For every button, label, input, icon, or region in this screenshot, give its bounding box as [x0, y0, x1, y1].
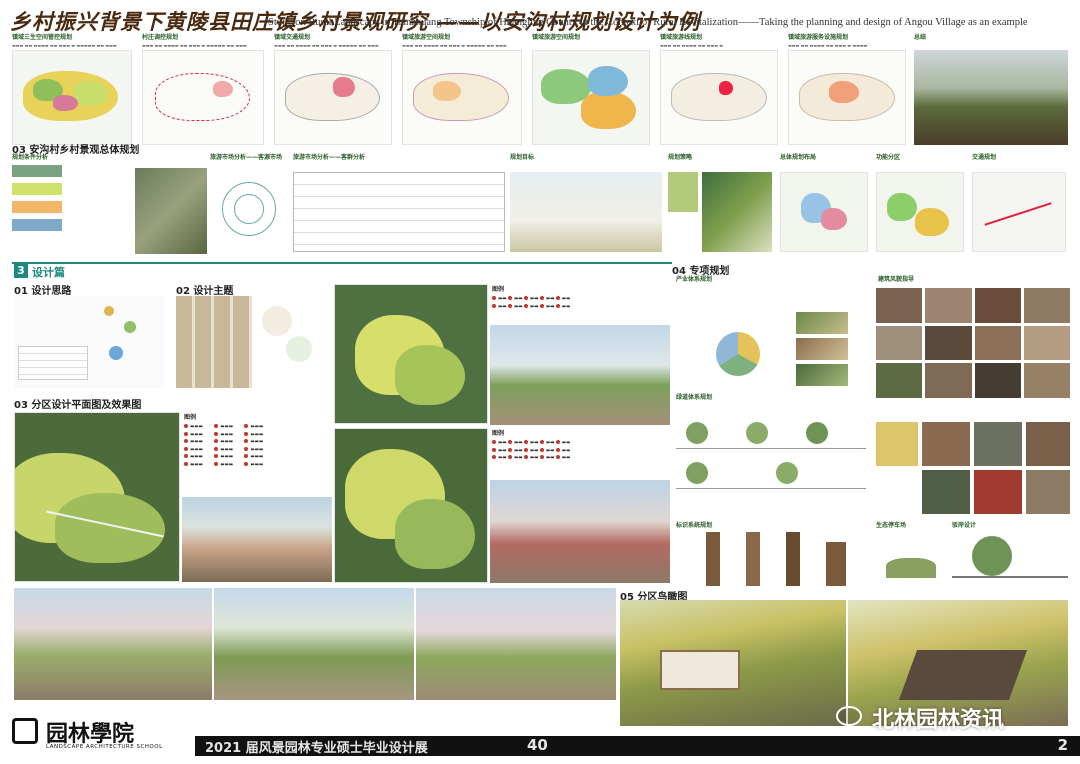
watermark: 北林园林资讯 [836, 700, 1066, 733]
map-tourism-line [660, 50, 778, 145]
parking-section [876, 528, 946, 588]
logo-subtitle: LANDSCAPE ARCHITECTURE SCHOOL [46, 744, 163, 750]
panel-summary: 总结 [914, 32, 1068, 147]
panel-title: 村庄调控规划 [142, 34, 179, 41]
panel-zoning: 镇域旅游空间规划 [532, 32, 650, 147]
aerial-render-1 [620, 600, 846, 726]
theme-paintings [176, 296, 252, 388]
legend-title: 图例 [492, 286, 505, 293]
panel-title: 旅游市场分析——客群分析 [293, 154, 366, 161]
panel-strategy: 规划策略 [668, 152, 776, 256]
map-tourism-space [402, 50, 522, 145]
panel-ecology: 镇域三生空间管控规划 ▬▬▬ ▬▬ ▬▬▬▬ ▬▬ ▬▬▬ ▬ ▬▬▬▬▬ ▬▬… [12, 32, 132, 147]
panel-title: 规划策略 [668, 154, 693, 161]
panel-title: 镇域旅游空间规划 [402, 34, 451, 41]
panel-title: 规划目标 [510, 154, 535, 161]
panel-title: 镇域旅游服务设施规划 [788, 34, 849, 41]
panel-layout: 总体规划布局 [780, 152, 870, 256]
s01-title: 01 设计思路 [14, 286, 72, 297]
legend-1: 图例 ▬▬▬ ▬▬▬ ▬▬▬ ▬▬▬ ▬▬▬ ▬▬▬ ▬▬▬ ▬▬▬ ▬▬▬ ▬… [184, 412, 334, 496]
zone-plan-1 [14, 412, 180, 582]
chapter-title: 设计篇 [32, 266, 65, 279]
greenway-sections [676, 402, 866, 498]
legend-title: 图例 [492, 430, 505, 437]
theme-sketch [256, 296, 330, 388]
map-zoning [532, 50, 650, 145]
panel-title: 总体规划布局 [780, 154, 817, 161]
map-services [788, 50, 906, 145]
watermark-text: 北林园林资讯 [872, 708, 1005, 733]
conditions-title: 规划条件分析 [12, 154, 49, 161]
render-1 [14, 588, 212, 700]
panel-transport: 镇域交通规划 ▬▬▬ ▬▬ ▬▬▬▬ ▬▬ ▬▬▬ ▬ ▬▬▬▬▬ ▬▬ ▬▬▬ [274, 32, 392, 147]
wechat-icon [836, 706, 862, 726]
aerial-photo [135, 168, 207, 254]
design-idea-diagram [14, 296, 164, 388]
panel-tourism-space: 镇域旅游空间规划 ▬▬▬ ▬▬ ▬▬▬▬ ▬▬ ▬▬▬ ▬ ▬▬▬▬▬ ▬▬ ▬… [402, 32, 522, 147]
chapter-number: 3 [14, 264, 28, 278]
panel-services: 镇域旅游服务设施规划 ▬▬▬ ▬▬ ▬▬▬▬ ▬▬ ▬▬▬ ▬ ▬▬▬▬ [788, 32, 906, 147]
village-photo [914, 50, 1068, 145]
legend-title: 图例 [184, 414, 197, 421]
panel-title: 旅游市场分析——客源市场 [210, 154, 283, 161]
panel-title: 功能分区 [876, 154, 901, 161]
panel-title: 交通规划 [972, 154, 997, 161]
street-render [490, 480, 670, 583]
panel-goal: 规划目标 [510, 152, 662, 256]
industry-diagram [676, 282, 866, 392]
building-title: 建筑风貌指导 [878, 276, 915, 283]
signage-designs [676, 528, 866, 588]
exhibition-bar: 2021 届风景园林专业硕士毕业设计展 40 2 [195, 736, 1080, 756]
panel-function: 功能分区 [876, 152, 966, 256]
page-number: 2 [1057, 736, 1068, 754]
greenway-title: 绿道体系规划 [676, 394, 713, 401]
render-2 [214, 588, 414, 700]
panel-tourism-line: 镇域旅游线规划 ▬▬▬ ▬▬ ▬▬▬▬ ▬▬ ▬▬▬ ▬ [660, 32, 778, 147]
legend-2: 图例 ▬▬ ▬▬ ▬▬ ▬▬ ▬▬ ▬▬ ▬▬ ▬▬ ▬▬ ▬▬ [492, 284, 670, 324]
zone-plan-3 [334, 428, 488, 583]
map-village [142, 50, 264, 145]
exhibition-number: 40 [527, 736, 548, 754]
render-3 [416, 588, 616, 700]
panel-village: 村庄调控规划 ▬▬▬ ▬▬ ▬▬▬▬ ▬▬ ▬▬▬ ▬ ▬▬▬▬▬ ▬▬ ▬▬▬ [142, 32, 264, 147]
panel-title: 镇域三生空间管控规划 [12, 34, 73, 41]
map-ecology [12, 50, 132, 145]
panel-title: 镇域旅游线规划 [660, 34, 703, 41]
s03-title: 03 分区设计平面图及效果图 [14, 400, 142, 411]
building-photos-2 [876, 400, 1070, 516]
exhibition-title: 2021 届风景园林专业硕士毕业设计展 [205, 741, 428, 756]
wall-section [952, 528, 1068, 588]
building-photos [876, 288, 1070, 398]
school-logo: 园林學院 LANDSCAPE ARCHITECTURE SCHOOL [12, 716, 192, 756]
poster-title-en: Study on Rural Landscape in Tianzhuang T… [268, 17, 1028, 28]
panel-traffic: 交通规划 [972, 152, 1068, 256]
conditions-panel: 规划条件分析 [12, 152, 130, 252]
row1-panels: 镇域三生空间管控规划 ▬▬▬ ▬▬ ▬▬▬▬ ▬▬ ▬▬▬ ▬ ▬▬▬▬▬ ▬▬… [12, 32, 1068, 147]
panel-title: 镇域交通规划 [274, 34, 311, 41]
map-transport [274, 50, 392, 145]
gate-render [182, 497, 332, 582]
s02-title: 02 设计主题 [176, 286, 234, 297]
legend-3: 图例 ▬▬ ▬▬ ▬▬ ▬▬ ▬▬ ▬▬ ▬▬ ▬▬ ▬▬ ▬▬ ▬▬ ▬▬ ▬… [492, 428, 670, 478]
panel-visitors: 旅游市场分析——客群分析 [293, 152, 505, 256]
panel-title: 总结 [914, 34, 927, 41]
zone-plan-2 [334, 284, 488, 424]
panel-title: 镇域旅游空间规划 [532, 34, 581, 41]
panel-market: 旅游市场分析——客源市场 [210, 152, 288, 252]
chapter-band [12, 262, 672, 264]
plaza-render [490, 325, 670, 425]
